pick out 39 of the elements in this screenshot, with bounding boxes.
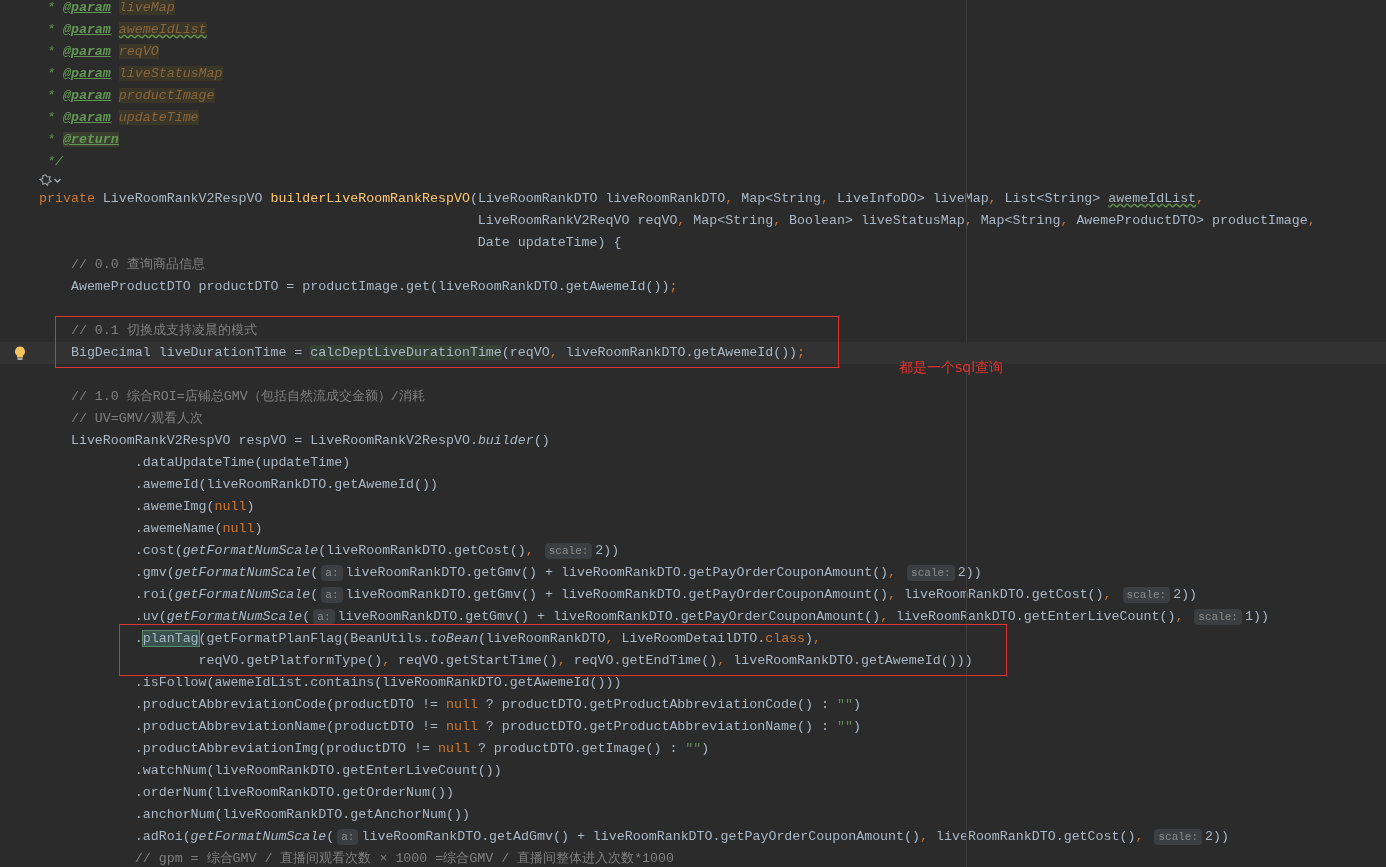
code-line: .uv(getFormatNumScale( a: liveRoomRankDTO.getGmv() + liveRoomRankDTO.getPayOrderCouponAmount(), liveRoomRankDTO.getEnterLiveCount(), scale: 1)): [133, 608, 1269, 627]
annotation-note: 都是一个sql查询: [899, 358, 1004, 377]
code-line: .anchorNum(liveRoomRankDTO.getAnchorNum()): [133, 806, 470, 825]
code-line: .productAbbreviationImg(productDTO != null ? productDTO.getImage() : ""): [133, 740, 710, 759]
lightbulb-icon[interactable]: [14, 345, 26, 361]
code-line: .adRoi(getFormatNumScale( a: liveRoomRankDTO.getAdGmv() + liveRoomRankDTO.getPayOrderCouponAmount(), liveRoomRankDTO.getCost(), scale: 2)): [133, 828, 1229, 847]
chevron-down-icon[interactable]: [53, 176, 62, 185]
code-line: reqVO.getPlatformType(), reqVO.getStartTime(), reqVO.getEndTime(), liveRoomRankDTO.getAwemeId())): [197, 652, 973, 671]
code-line: .planTag(getFormatPlanFlag(BeanUtils.toBean(liveRoomRankDTO, LiveRoomDetailDTO.class),: [133, 630, 822, 649]
code-line: * @param awemeIdList: [45, 21, 207, 40]
code-line: .roi(getFormatNumScale( a: liveRoomRankDTO.getGmv() + liveRoomRankDTO.getPayOrderCouponAmount(), liveRoomRankDTO.getCost(), scale: 2)): [133, 586, 1198, 605]
code-line: AwemeProductDTO productDTO = productImage.get(liveRoomRankDTO.getAwemeId());: [69, 278, 678, 297]
code-line: .productAbbreviationName(productDTO != null ? productDTO.getProductAbbreviationName() : ""): [133, 718, 861, 737]
code-line: * @param updateTime: [45, 109, 199, 128]
code-line: // 1.0 综合ROI=店铺总GMV（包括自然流成交金额）/消耗: [69, 388, 425, 407]
code-line: .dataUpdateTime(updateTime): [133, 454, 351, 473]
code-line: .isFollow(awemeIdList.contains(liveRoomRankDTO.getAwemeId())): [133, 674, 622, 693]
code-line: // 0.0 查询商品信息: [69, 256, 205, 275]
code-line: * @param productImage: [45, 87, 215, 106]
code-line: LiveRoomRankV2RespVO respVO = LiveRoomRankV2RespVO.builder(): [69, 432, 550, 451]
code-line: .cost(getFormatNumScale(liveRoomRankDTO.getCost(), scale: 2)): [133, 542, 620, 561]
code-line: .orderNum(liveRoomRankDTO.getOrderNum()): [133, 784, 454, 803]
code-line: LiveRoomRankV2ReqVO reqVO, Map<String, Boolean> liveStatusMap, Map<String, AwemeProductDTO> productImage,: [476, 212, 1316, 231]
code-line: */: [45, 153, 63, 172]
code-line: .awemeName(null): [133, 520, 263, 539]
gear-icon[interactable]: [39, 174, 52, 187]
code-line: // UV=GMV/观看人次: [69, 410, 203, 429]
code-line: * @param liveMap: [45, 0, 175, 18]
code-line: .productAbbreviationCode(productDTO != null ? productDTO.getProductAbbreviationCode() : ""): [133, 696, 861, 715]
code-line: .awemeId(liveRoomRankDTO.getAwemeId()): [133, 476, 438, 495]
code-line: BigDecimal liveDurationTime = calcDeptLiveDurationTime(reqVO, liveRoomRankDTO.getAwemeId());: [69, 344, 806, 363]
code-line: Date updateTime) {: [476, 234, 622, 253]
code-line: * @param liveStatusMap: [45, 65, 223, 84]
code-line: // gpm = 综合GMV / 直播间观看次数 × 1000 =综合GMV / 直播间整体进入次数*1000: [133, 850, 675, 867]
code-line: * @param reqVO: [45, 43, 159, 62]
code-line: .awemeImg(null): [133, 498, 255, 517]
code-line: .gmv(getFormatNumScale( a: liveRoomRankDTO.getGmv() + liveRoomRankDTO.getPayOrderCouponAmount(), scale: 2)): [133, 564, 982, 583]
code-line: // 0.1 切换成支持凌晨的模式: [69, 322, 257, 341]
code-line: .watchNum(liveRoomRankDTO.getEnterLiveCount()): [133, 762, 502, 781]
